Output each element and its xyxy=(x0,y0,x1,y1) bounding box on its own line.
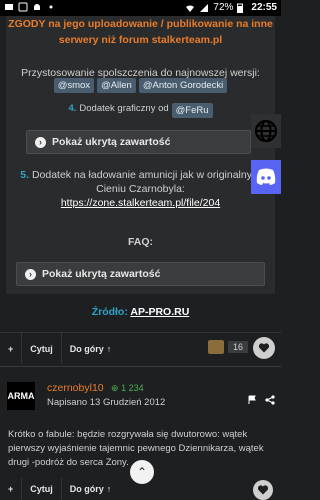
item-4: 4. Dodatek graficzny od @FeRu xyxy=(6,103,275,118)
arrow-up-icon: ↑ xyxy=(106,343,112,354)
faq-heading: FAQ: xyxy=(127,236,154,248)
heart-icon xyxy=(257,485,269,495)
reaction-count: 16 xyxy=(228,341,249,353)
warning-text: ZGODY na jego uploadowanie / publikowani… xyxy=(8,18,273,46)
flag-icon[interactable] xyxy=(247,395,257,408)
mention-allen[interactable]: @Allen xyxy=(97,78,136,93)
sms-icon xyxy=(4,2,14,12)
chevron-right-icon: › xyxy=(35,136,46,148)
reputation-badge: ⊕ 1 234 xyxy=(111,383,144,394)
quote-label: Cytuj xyxy=(30,343,53,354)
post-date: Napisano 13 Grudzień 2012 xyxy=(47,397,166,408)
avatar-text: ARMA xyxy=(7,391,35,401)
to-top-label: Do góry xyxy=(69,343,104,354)
item-5-link[interactable]: https://zone.stalkerteam.pl/file/204 xyxy=(61,197,220,209)
heart-icon xyxy=(258,343,270,353)
battery-percentage: 72% xyxy=(213,2,234,13)
spoiler-toggle-2[interactable]: › Pokaż ukrytą zawartość xyxy=(16,262,265,286)
post-tools xyxy=(247,395,275,408)
discord-button[interactable] xyxy=(251,160,281,194)
item-5-number: 5. xyxy=(20,169,30,181)
username[interactable]: czernobyl10 xyxy=(47,382,104,394)
spoiler-toggle-1[interactable]: › Pokaż ukrytą zawartość xyxy=(26,130,251,154)
spoiler-label: Pokaż ukrytą zawartość xyxy=(42,268,161,280)
item-5-text: Dodatek na ładowanie amunicji jak w orig… xyxy=(31,169,261,195)
android-icon xyxy=(32,2,42,12)
quote-button-2[interactable]: Cytuj xyxy=(22,478,62,500)
plus-icon: + xyxy=(8,484,14,494)
mentions-row: @smox @Allen @Anton Gorodecki xyxy=(6,78,275,93)
reputation-value: 1 234 xyxy=(121,383,144,393)
add-button-2[interactable]: + xyxy=(0,478,23,500)
mention-anton[interactable]: @Anton Gorodecki xyxy=(138,78,228,93)
clock: 22:55 xyxy=(251,2,277,13)
to-top-button[interactable]: Do góry ↑ xyxy=(62,333,120,364)
source-line: Źródło: AP-PRO.RU xyxy=(0,306,281,318)
reputation-icon: ⊕ xyxy=(111,383,119,393)
status-bar: 72% 22:55 xyxy=(0,0,281,16)
app-notification-icon xyxy=(18,2,28,12)
share-icon[interactable] xyxy=(265,395,275,408)
signal-icon xyxy=(199,3,209,13)
source-link[interactable]: AP-PRO.RU xyxy=(130,306,189,318)
mention-smox[interactable]: @smox xyxy=(53,78,95,93)
arrow-up-icon: ↑ xyxy=(106,484,112,494)
like-button-2[interactable] xyxy=(253,480,273,500)
reaction-icon xyxy=(208,340,224,354)
battery-icon xyxy=(237,3,247,13)
globe-icon xyxy=(254,119,278,143)
mention-feru[interactable]: @FeRu xyxy=(171,103,213,118)
wifi-icon xyxy=(185,3,195,13)
avatar[interactable]: ARMA xyxy=(7,382,35,410)
spoiler-label: Pokaż ukrytą zawartość xyxy=(52,136,171,148)
chevron-right-icon: › xyxy=(25,268,36,280)
item-5: 5. Dodatek na ładowanie amunicji jak w o… xyxy=(16,168,265,196)
source-label: Źródło: xyxy=(91,306,128,318)
post-content: ZGODY na jego uploadowanie / publikowani… xyxy=(6,16,275,294)
globe-button[interactable] xyxy=(251,114,281,148)
post-separator xyxy=(0,366,281,367)
item-4-number: 4. xyxy=(68,103,77,114)
more-notifications-icon xyxy=(46,2,56,12)
to-top-button-2[interactable]: Do góry ↑ xyxy=(62,478,120,500)
chevron-up-icon: ⌃ xyxy=(136,465,148,479)
like-button[interactable] xyxy=(253,337,275,359)
reactions[interactable]: 16 xyxy=(208,340,249,354)
discord-icon xyxy=(256,168,276,185)
item-5-link-row: https://zone.stalkerteam.pl/file/204 xyxy=(16,196,265,210)
to-top-label: Do góry xyxy=(69,484,104,494)
plus-icon: + xyxy=(8,343,14,354)
quote-label: Cytuj xyxy=(30,484,53,494)
scroll-up-button[interactable]: ⌃ xyxy=(130,460,154,484)
item-4-text: Dodatek graficzny od xyxy=(79,103,169,114)
add-button[interactable]: + xyxy=(0,333,23,364)
quote-button[interactable]: Cytuj xyxy=(22,333,62,364)
